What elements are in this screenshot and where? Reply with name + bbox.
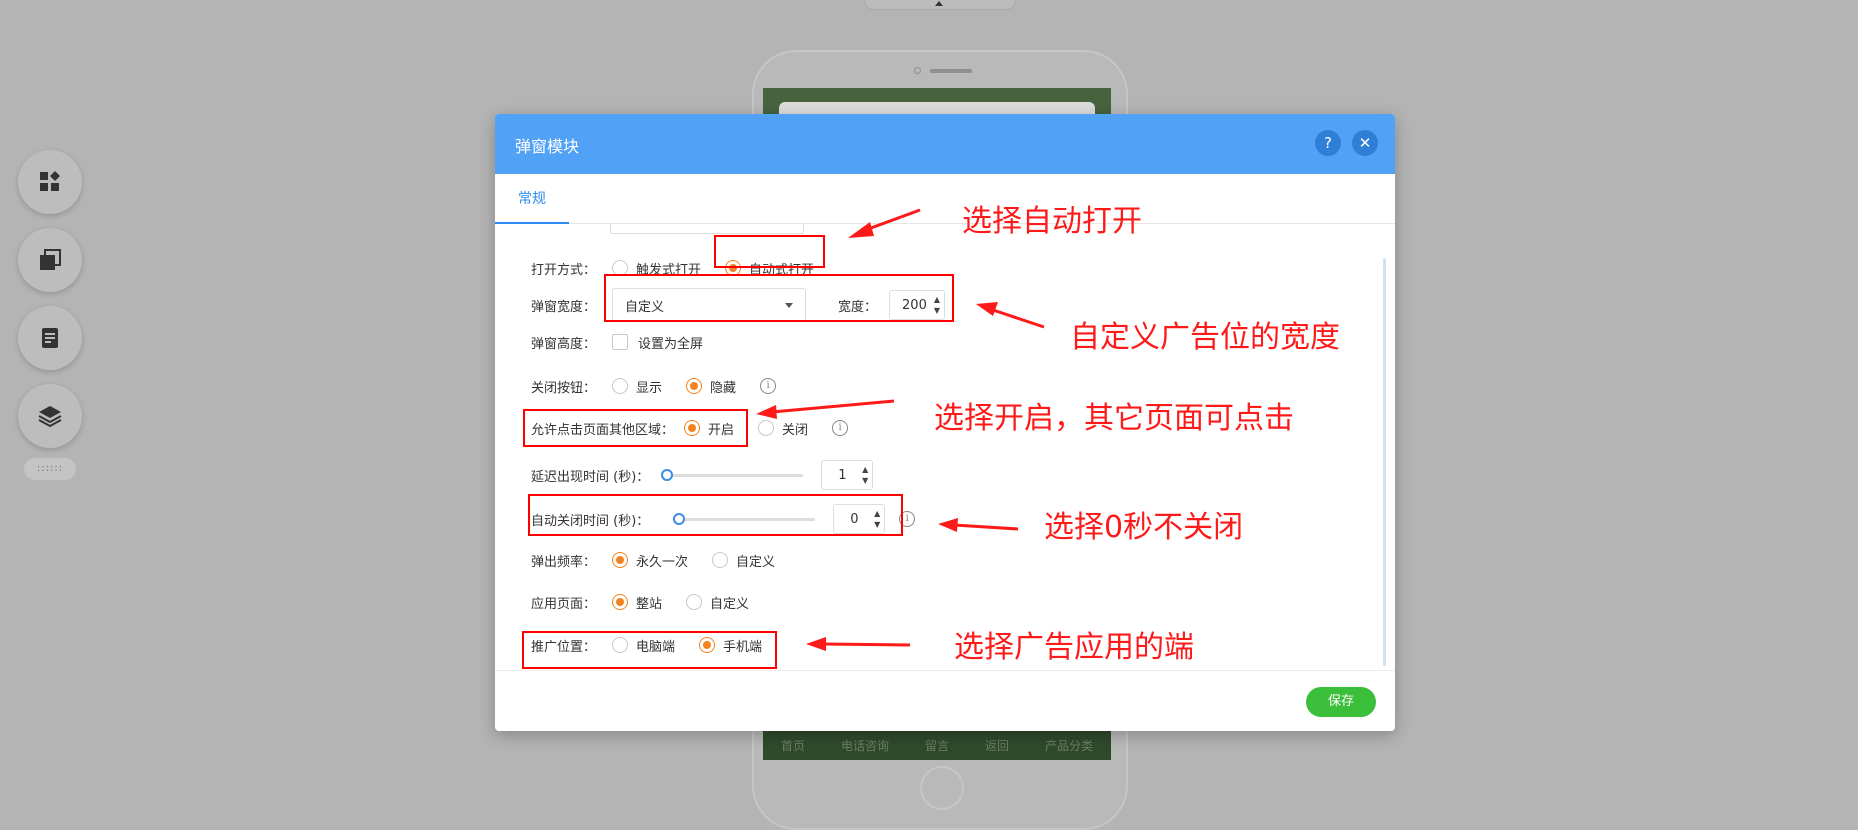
- annotation-enable-click: 选择开启，其它页面可点击: [934, 401, 1294, 436]
- annotation-platform: 选择广告应用的端: [954, 630, 1194, 665]
- annotation-custom-width: 自定义广告位的宽度: [1070, 320, 1340, 355]
- annotation-zero-seconds: 选择0秒不关闭: [1044, 510, 1244, 545]
- annotation-auto-open: 选择自动打开: [962, 204, 1142, 239]
- annotation-arrows: [756, 208, 1045, 651]
